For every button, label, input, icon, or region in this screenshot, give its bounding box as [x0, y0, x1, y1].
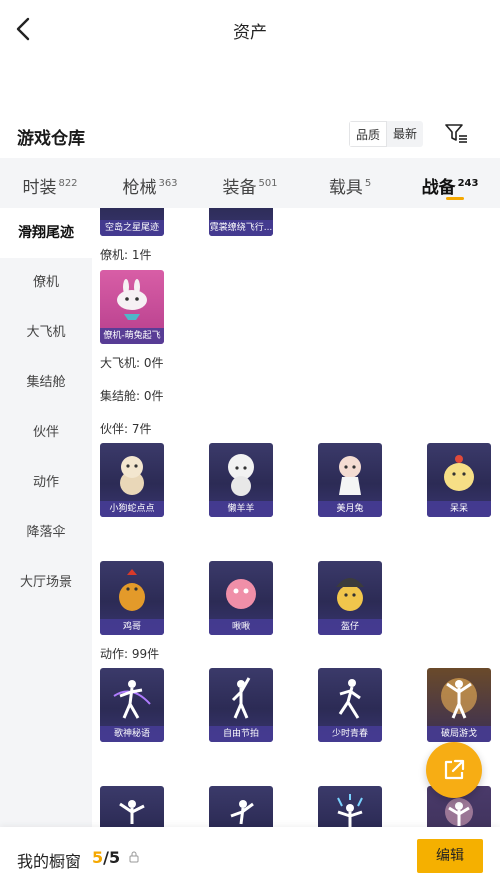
item-card[interactable]: 美月兔 — [318, 443, 382, 517]
item-card-label: 空岛之星尾迹 — [100, 220, 164, 236]
sort-quality-button[interactable]: 品质 — [349, 121, 388, 147]
tab-fashion[interactable]: 时装 822 — [0, 158, 100, 208]
filter-icon[interactable] — [444, 122, 468, 144]
showcase-count: 5/5 — [92, 848, 120, 867]
edit-button[interactable]: 编辑 — [417, 839, 483, 873]
tab-label: 战备 — [421, 178, 456, 198]
item-card-label: 破局游戈 — [427, 726, 491, 742]
item-card[interactable]: 破局游戈 — [427, 668, 491, 742]
item-card-label: 呆呆 — [427, 501, 491, 517]
item-card[interactable] — [318, 786, 382, 828]
item-card-label: 美月兔 — [318, 501, 382, 517]
item-card-label: 僚机-萌兔起飞 — [100, 328, 164, 344]
item-card[interactable]: 自由节拍 — [209, 668, 273, 742]
item-card[interactable]: 鸡哥 — [100, 561, 164, 635]
dancer-figure-icon — [441, 678, 477, 719]
category-tabs: 时装 822 枪械 363 装备 501 载具 5 战备 243 — [0, 158, 500, 208]
lock-icon — [129, 851, 139, 863]
item-card[interactable]: 歌神秘语 — [100, 668, 164, 742]
item-card[interactable]: 空岛之星尾迹 — [100, 208, 164, 236]
sort-latest-button[interactable]: 最新 — [387, 121, 423, 147]
sort-toggle: 品质 最新 — [349, 121, 424, 147]
active-tab-indicator — [446, 197, 464, 200]
group-title-wingman: 僚机: 1件 — [100, 248, 152, 262]
item-card[interactable] — [209, 786, 273, 828]
dancer-figure-icon — [231, 677, 251, 719]
group-title-emote: 动作: 99件 — [100, 647, 160, 661]
sidebar-item-partner[interactable]: 伙伴 — [0, 408, 92, 458]
sheep-character-icon — [228, 454, 254, 496]
tab-count: 363 — [158, 178, 178, 189]
bottom-bar: 我的橱窗 5/5 编辑 — [0, 827, 500, 885]
page-title: 资产 — [233, 23, 267, 43]
sidebar-item-emote[interactable]: 动作 — [0, 458, 92, 508]
sidebar-item-glide-trail[interactable]: 滑翔尾迹 — [0, 208, 92, 258]
top-bar: 资产 — [0, 0, 500, 58]
rooster-character-icon — [119, 569, 145, 611]
tab-label: 时装 — [22, 178, 57, 198]
section-title: 游戏仓库 — [17, 129, 85, 149]
item-card[interactable]: 小狗蛇点点 — [100, 443, 164, 517]
item-card-label: 歌神秘语 — [100, 726, 164, 742]
dancer-figure-icon — [113, 680, 151, 719]
item-card[interactable]: 啾啾 — [209, 561, 273, 635]
sidebar-item-parachute[interactable]: 降落伞 — [0, 508, 92, 558]
dog-character-icon — [120, 456, 144, 495]
dancer-figure-icon — [337, 794, 363, 828]
tab-label: 装备 — [222, 178, 257, 198]
section-header: 游戏仓库 品质 最新 — [0, 118, 500, 150]
item-card-label: 少时青春 — [318, 726, 382, 742]
dancer-figure-icon — [338, 679, 361, 719]
tab-count: 5 — [364, 178, 372, 189]
sidebar-item-lobby-scene[interactable]: 大厅场景 — [0, 558, 92, 608]
item-card[interactable]: 僚机-萌兔起飞 — [100, 270, 164, 344]
share-button[interactable] — [426, 742, 482, 798]
tab-label: 枪械 — [122, 178, 157, 198]
item-card[interactable]: 少时青春 — [318, 668, 382, 742]
share-icon — [444, 759, 465, 780]
group-title-rally-pod: 集结舱: 0件 — [100, 389, 164, 403]
item-card[interactable] — [100, 786, 164, 828]
showcase-total: /5 — [103, 848, 121, 867]
tab-battle-gear[interactable]: 战备 243 — [400, 158, 500, 208]
tab-count: 822 — [58, 178, 78, 189]
pink-creature-character-icon — [226, 579, 256, 609]
showcase-label: 我的橱窗 — [17, 852, 82, 871]
item-card-label: 小狗蛇点点 — [100, 501, 164, 517]
group-title-partner: 伙伴: 7件 — [100, 422, 152, 436]
item-card[interactable]: 霓裳缭绕飞行... — [209, 208, 273, 236]
item-card[interactable]: 盔仔 — [318, 561, 382, 635]
tab-vehicles[interactable]: 载具 5 — [300, 158, 400, 208]
tab-count: 501 — [258, 178, 278, 189]
bunny-plane-icon — [117, 279, 147, 320]
helmet-chick-character-icon — [336, 578, 364, 611]
item-card-label: 懒羊羊 — [209, 501, 273, 517]
sidebar-item-wingman[interactable]: 僚机 — [0, 258, 92, 308]
showcase-current: 5 — [92, 848, 104, 867]
tab-equipment[interactable]: 装备 501 — [200, 158, 300, 208]
item-grid: 空岛之星尾迹 霓裳缭绕飞行... 僚机: 1件 僚机-萌兔起飞 大飞机: 0件 … — [92, 208, 500, 828]
sidebar: 滑翔尾迹 僚机 大飞机 集结舱 伙伴 动作 降落伞 大厅场景 — [0, 208, 92, 828]
tab-guns[interactable]: 枪械 363 — [100, 158, 200, 208]
tab-count: 243 — [457, 178, 479, 189]
item-card-label: 自由节拍 — [209, 726, 273, 742]
dancer-figure-icon — [119, 800, 145, 824]
tab-label: 载具 — [328, 178, 363, 198]
item-card-label: 啾啾 — [209, 619, 273, 635]
item-card[interactable]: 呆呆 — [427, 443, 491, 517]
rabbit-girl-character-icon — [339, 456, 361, 495]
sidebar-item-big-plane[interactable]: 大飞机 — [0, 308, 92, 358]
sidebar-item-rally-pod[interactable]: 集结舱 — [0, 358, 92, 408]
item-card-label: 鸡哥 — [100, 619, 164, 635]
dancer-figure-icon — [230, 800, 254, 825]
group-title-big-plane: 大飞机: 0件 — [100, 356, 164, 370]
item-card-label: 盔仔 — [318, 619, 382, 635]
chick-character-icon — [444, 455, 474, 491]
item-card[interactable]: 懒羊羊 — [209, 443, 273, 517]
item-card-label: 霓裳缭绕飞行... — [209, 220, 273, 236]
